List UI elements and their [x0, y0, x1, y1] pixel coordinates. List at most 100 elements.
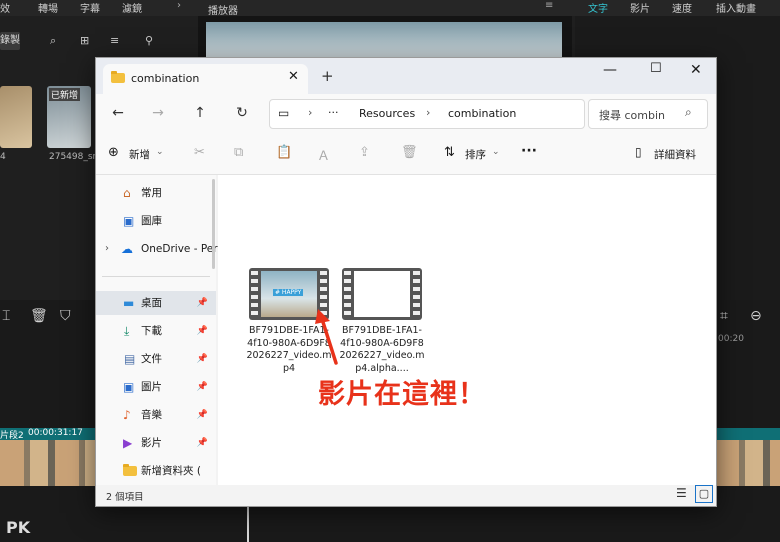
tab-bar: combination ✕ + — ☐ ✕ [96, 58, 716, 94]
file-name: BF791DBE-1FA1-4f10-980A-6D9F82026227_vid… [339, 325, 425, 374]
nav-item-label: 圖庫 [141, 215, 162, 227]
nav-item-label: 下載 [141, 325, 162, 337]
record-button[interactable]: 錄製 [0, 32, 20, 50]
close-tab-icon[interactable]: ✕ [288, 69, 299, 84]
right-tab-video[interactable]: 影片 [630, 0, 650, 15]
thumb-caption: 275498_sn [49, 152, 99, 162]
pin-icon[interactable]: 📌 [197, 375, 208, 399]
pin-icon[interactable]: 📌 [197, 291, 208, 315]
annotation-arrow [315, 309, 338, 365]
breadcrumb-ellipsis[interactable]: ··· [328, 106, 339, 119]
filter-icon[interactable]: ⚲ [145, 34, 153, 47]
app-tab-transition[interactable]: 轉場 [38, 0, 58, 15]
chevron-right-icon: › [426, 106, 431, 119]
nav-item-label: 新增資料夾 ( [141, 465, 201, 477]
chevron-down-icon[interactable]: ⌄ [156, 147, 164, 157]
maximize-icon[interactable]: ☐ [650, 61, 662, 76]
pictures-icon: ▣ [123, 380, 135, 394]
refresh-icon[interactable]: ↻ [228, 99, 256, 127]
music-icon: ♪ [123, 408, 131, 422]
address-field[interactable]: ▭ › ··· Resources › combination [269, 99, 585, 129]
nav-item-pictures[interactable]: ▣ 圖片 📌 [96, 375, 216, 399]
sort-icon[interactable]: ≡ [110, 34, 119, 47]
rename-icon[interactable]: Ａ [317, 145, 330, 164]
paste-icon[interactable]: 📋 [276, 145, 292, 160]
tab-title: combination [131, 72, 200, 85]
minimize-icon[interactable]: — [603, 62, 617, 78]
right-tab-animation[interactable]: 插入動畫 [716, 0, 756, 15]
right-tab-speed[interactable]: 速度 [672, 0, 692, 15]
pin-icon[interactable]: 📌 [197, 319, 208, 343]
player-title: 播放器 [208, 6, 238, 17]
nav-item-music[interactable]: ♪ 音樂 📌 [96, 403, 216, 427]
pin-icon[interactable]: 📌 [197, 431, 208, 455]
thumb-caption: 4 [0, 152, 6, 162]
nav-item-home[interactable]: ⌂ 常用 [96, 181, 216, 205]
large-icons-view-icon[interactable]: ▢ [695, 485, 713, 503]
breadcrumb-combination[interactable]: combination [448, 107, 516, 120]
more-options-icon[interactable]: ··· [521, 143, 537, 159]
share-icon[interactable]: ⇪ [359, 145, 370, 160]
grid-view-icon[interactable]: ⊞ [80, 34, 89, 47]
status-bar: 2 個項目 ☰ ▢ [96, 485, 716, 506]
nav-item-label: 影片 [141, 437, 162, 449]
pin-icon[interactable]: 📌 [197, 347, 208, 371]
nav-item-documents[interactable]: ▤ 文件 📌 [96, 347, 216, 371]
sort-icon[interactable]: ⇅ [444, 145, 455, 160]
close-window-icon[interactable]: ✕ [690, 62, 702, 78]
nav-scrollbar[interactable] [212, 179, 215, 269]
videos-icon: ▶ [123, 436, 133, 450]
timecode: 00:20 [718, 334, 744, 344]
delete-icon[interactable]: 🗑 [401, 145, 418, 160]
nav-item-gallery[interactable]: ▣ 圖庫 [96, 209, 216, 233]
chevron-right-icon[interactable]: › [177, 0, 181, 11]
search-placeholder: 搜尋 combin [599, 109, 665, 122]
nav-item-videos[interactable]: ▶ 影片 📌 [96, 431, 216, 455]
breadcrumb-resources[interactable]: Resources [359, 107, 415, 120]
file-list: # HAPPY BF791DBE-1FA1-4f10-980A-6D9F8202… [218, 175, 716, 485]
nav-item-label: 圖片 [141, 381, 162, 393]
app-tab-captions[interactable]: 字幕 [80, 0, 100, 15]
add-circle-icon[interactable]: ⊕ [108, 145, 119, 160]
delete-icon[interactable]: 🗑 [30, 308, 48, 324]
nav-item-new-folder[interactable]: 新增資料夾 ( [96, 459, 216, 483]
new-button[interactable]: 新增 [129, 147, 150, 162]
copy-icon[interactable]: ⧉ [234, 145, 243, 160]
new-tab-icon[interactable]: + [321, 67, 334, 85]
computer-icon: ▭ [278, 106, 290, 120]
menu-icon[interactable]: ≡ [545, 0, 553, 11]
file-explorer-window: combination ✕ + — ☐ ✕ ← → ↑ ↻ ▭ › ··· Re… [95, 57, 717, 507]
watermark-logo: PK [6, 518, 31, 537]
zoom-out-icon[interactable]: ⊖ [750, 308, 762, 324]
chevron-down-icon[interactable]: ⌄ [492, 147, 500, 157]
shield-icon[interactable]: ⛉ [60, 308, 71, 324]
details-pane-icon[interactable]: ▯ [635, 145, 642, 159]
back-icon[interactable]: ← [104, 99, 132, 127]
tab-combination[interactable]: combination ✕ [103, 64, 308, 94]
player-preview [206, 22, 562, 62]
details-button[interactable]: 詳細資料 [654, 147, 696, 162]
app-tab-effects[interactable]: 效 [0, 0, 10, 15]
up-icon[interactable]: ↑ [186, 99, 214, 127]
media-thumbnail[interactable]: 已新增 [47, 86, 91, 148]
nav-item-downloads[interactable]: ⤓ 下載 📌 [96, 319, 216, 343]
clip-time: 00:00:31:17 [28, 428, 83, 438]
right-tab-text[interactable]: 文字 [588, 0, 608, 15]
cut-icon[interactable]: ✂ [194, 145, 205, 160]
nav-item-label: 文件 [141, 353, 162, 365]
app-top-bar [0, 0, 780, 16]
app-tab-filters[interactable]: 濾鏡 [122, 0, 142, 15]
forward-icon[interactable]: → [144, 99, 172, 127]
split-icon[interactable]: ⌶ [2, 308, 10, 324]
sort-button[interactable]: 排序 [465, 147, 486, 162]
crop-icon[interactable]: ⌗ [720, 308, 728, 324]
search-input[interactable]: 搜尋 combin ⌕ [588, 99, 708, 129]
nav-item-onedrive[interactable]: › ☁ OneDrive - Pers [96, 237, 223, 261]
search-icon[interactable]: ⌕ [50, 34, 56, 48]
chevron-right-icon[interactable]: › [105, 237, 109, 261]
pin-icon[interactable]: 📌 [197, 403, 208, 427]
media-thumbnail[interactable] [0, 86, 32, 148]
folder-icon [111, 71, 125, 85]
nav-item-desktop[interactable]: ▬ 桌面 📌 [96, 291, 216, 315]
details-view-icon[interactable]: ☰ [676, 486, 687, 500]
